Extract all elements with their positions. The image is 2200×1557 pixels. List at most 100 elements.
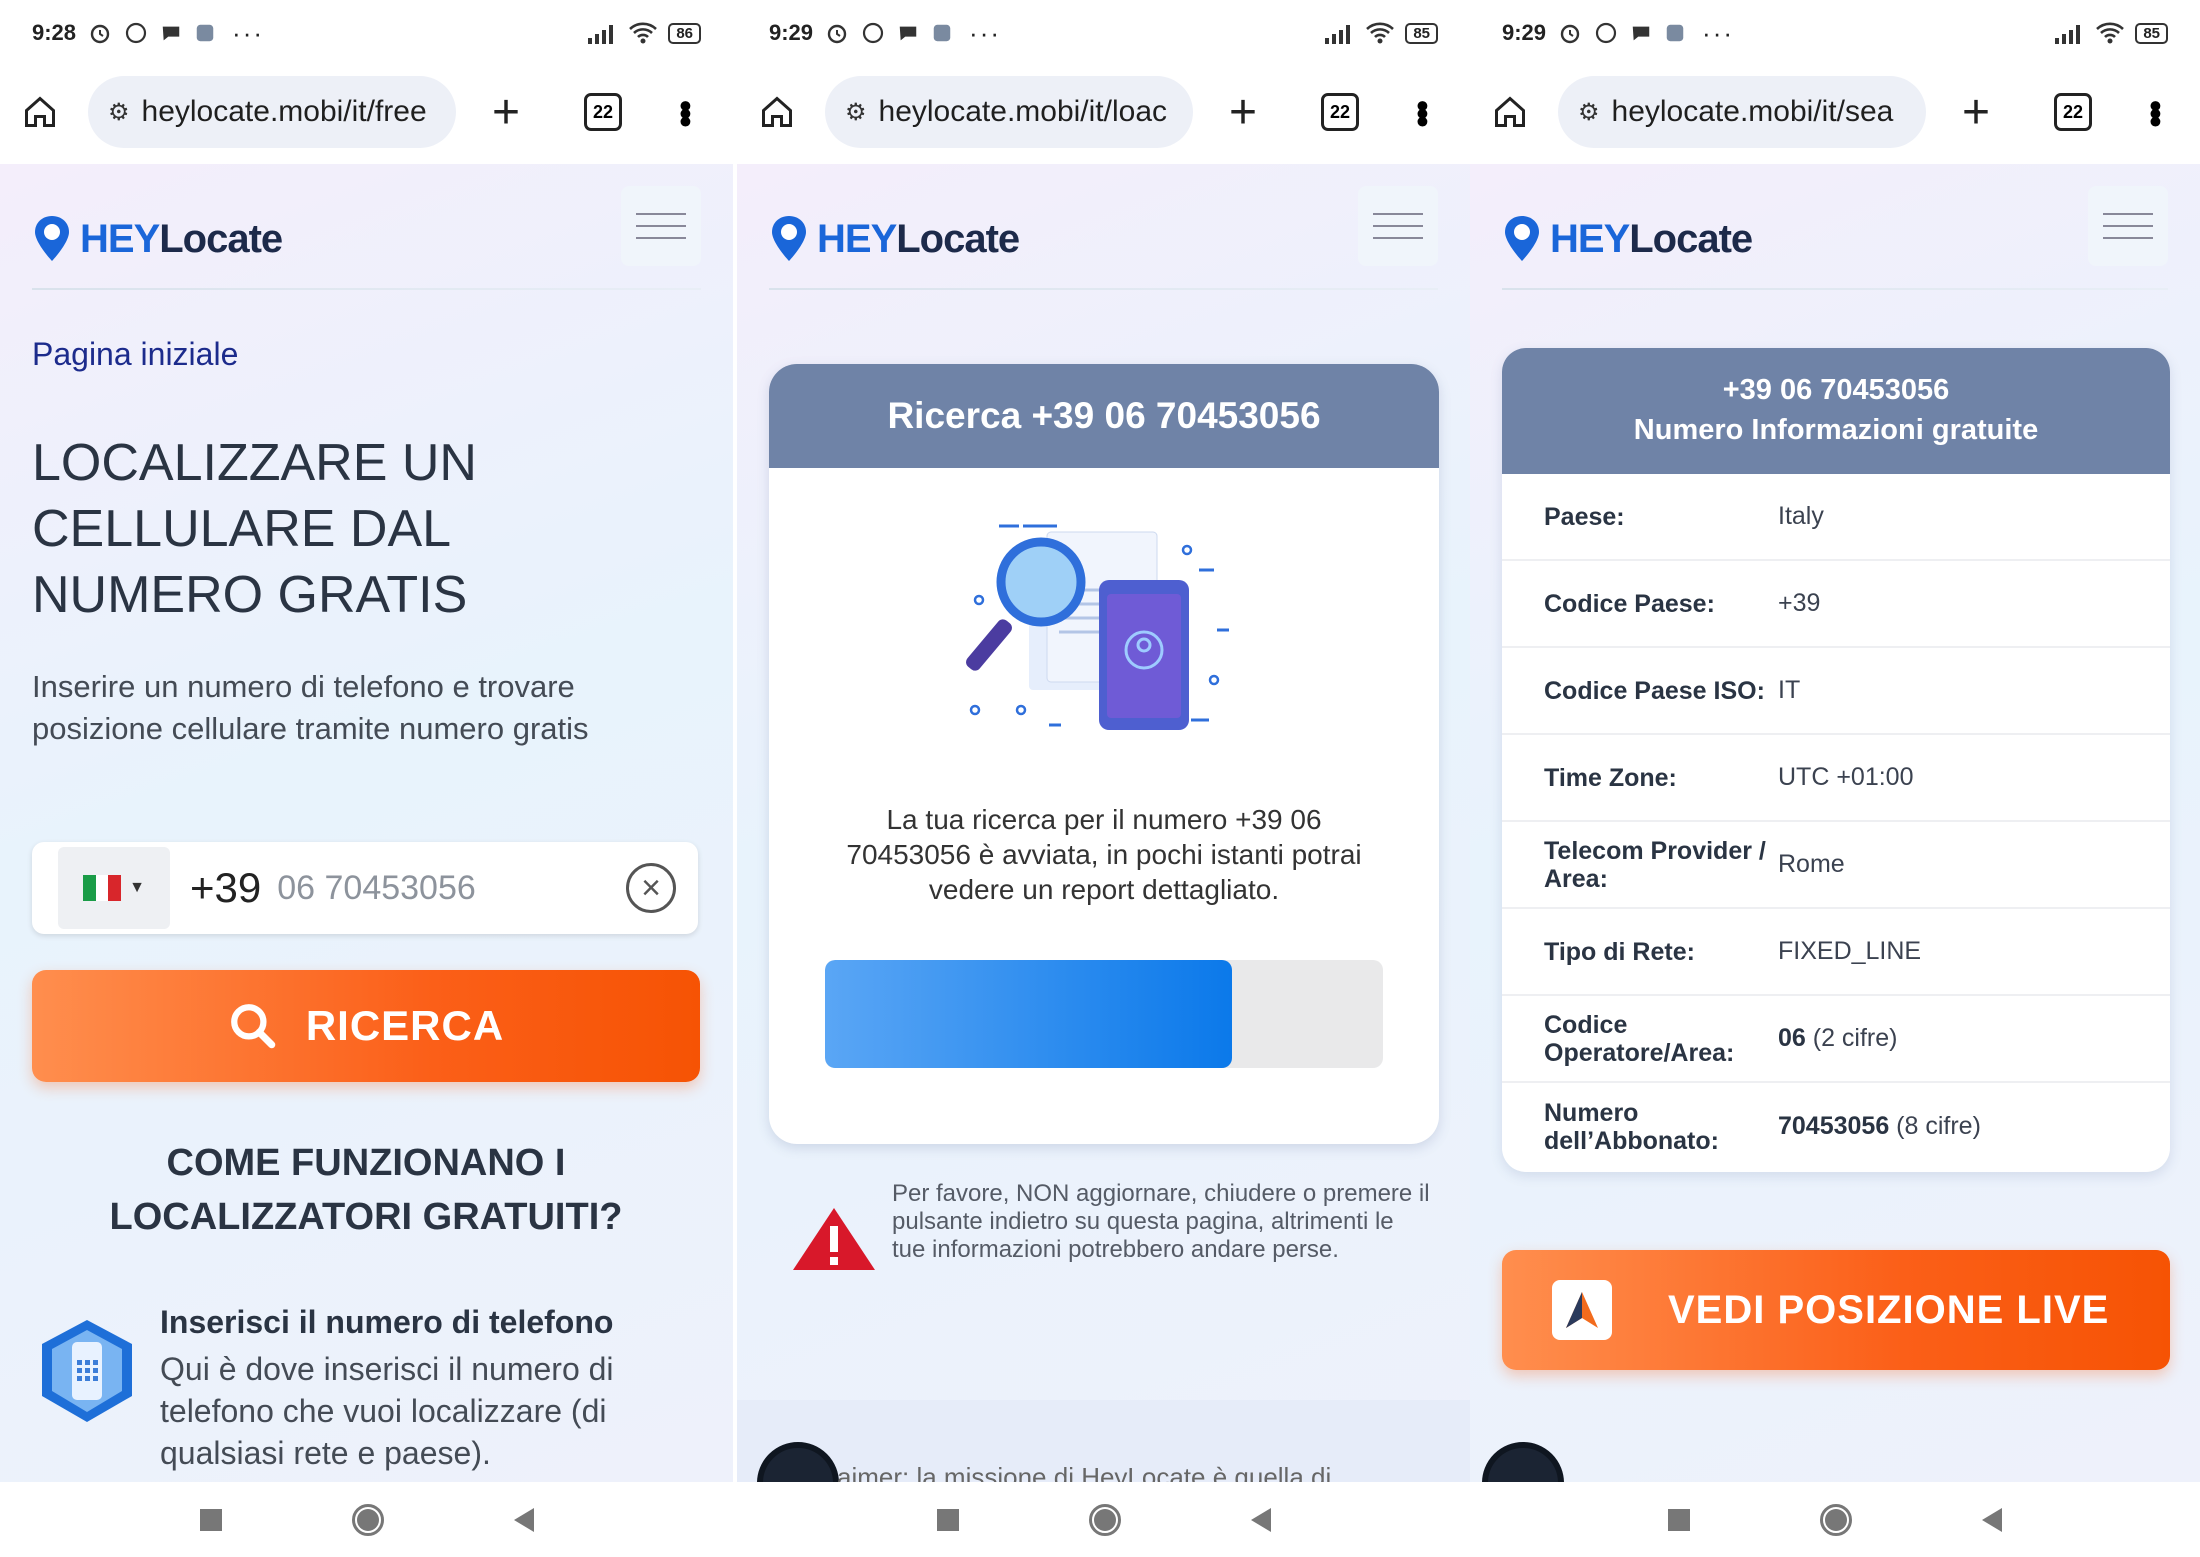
info-row-value: 70453056 (8 cifre)	[1778, 1112, 1981, 1141]
phone-screen-home: 9:28 ··· 86 ⚙ heylocate.mobi/it/free + 2…	[0, 0, 733, 1557]
brand-locate: Locate	[896, 216, 1020, 261]
hamburger-menu-button[interactable]	[621, 186, 701, 266]
status-time: 9:28	[32, 20, 77, 45]
android-nav-bar	[1470, 1482, 2200, 1557]
search-button-label: RICERCA	[305, 1002, 505, 1049]
recent-apps-button[interactable]	[936, 1508, 959, 1531]
info-card-subtitle: Numero Informazioni gratuite	[1633, 414, 2039, 446]
new-tab-button[interactable]: +	[1956, 85, 1996, 140]
search-status-message: La tua ricerca per il numero +39 06 7045…	[846, 804, 1362, 905]
home-nav-button[interactable]	[1088, 1503, 1121, 1536]
hamburger-menu-button[interactable]	[2088, 186, 2168, 266]
browser-home-button[interactable]	[1488, 90, 1532, 134]
back-nav-button[interactable]	[513, 1507, 534, 1532]
browser-home-button[interactable]	[18, 90, 62, 134]
url-text: heylocate.mobi/it/free	[141, 95, 427, 128]
home-icon	[25, 96, 55, 127]
alarm-icon	[827, 24, 847, 44]
new-tab-button[interactable]: +	[486, 85, 526, 140]
chat-avatar-icon[interactable]	[1482, 1442, 1564, 1482]
hamburger-menu-button[interactable]	[1358, 186, 1438, 266]
info-card-header: +39 06 70453056 Numero Informazioni grat…	[1502, 348, 2170, 474]
warning-message: Per favore, NON aggiornare, chiudere o p…	[892, 1180, 1430, 1263]
header-divider	[32, 288, 701, 290]
info-row-value: Italy	[1778, 502, 1824, 530]
site-settings-icon[interactable]: ⚙	[1578, 98, 1600, 127]
info-row-key: Numero dell’Abbonato:	[1544, 1098, 1719, 1155]
chat-icon	[1632, 26, 1650, 41]
breadcrumb-home-link[interactable]: Pagina iniziale	[32, 336, 238, 373]
info-row-value-extra: (2 cifre)	[1805, 1024, 1898, 1052]
more-notifications-icon: ···	[1702, 17, 1735, 48]
url-text: heylocate.mobi/it/loac	[878, 95, 1168, 128]
tab-switcher-button[interactable]: 22	[2054, 93, 2092, 131]
table-row: Codice Operatore/Area: 06 (2 cifre)	[1502, 996, 2170, 1083]
address-bar[interactable]: ⚙ heylocate.mobi/it/loac	[825, 76, 1193, 148]
recent-apps-button[interactable]	[199, 1508, 222, 1531]
status-bar: 9:29 ··· 85	[737, 0, 1470, 66]
tab-switcher-button[interactable]: 22	[1321, 93, 1359, 131]
signal-icon	[1325, 25, 1351, 44]
address-bar[interactable]: ⚙ heylocate.mobi/it/free	[88, 76, 456, 148]
location-pin-icon	[35, 216, 69, 261]
new-tab-button[interactable]: +	[1223, 85, 1263, 140]
back-nav-button[interactable]	[1982, 1507, 2002, 1532]
info-row-key: Paese:	[1544, 502, 1625, 531]
search-progress-card: Ricerca +39 06 70453056 La tua ricerca p…	[769, 364, 1439, 1144]
home-nav-button[interactable]	[1820, 1503, 1852, 1536]
browser-home-button[interactable]	[755, 90, 799, 134]
how-it-works-heading: COME FUNZIONANO I LOCALIZZATORI GRATUITI…	[109, 1142, 623, 1238]
clear-input-button[interactable]: ×	[626, 863, 676, 913]
home-nav-button[interactable]	[351, 1503, 384, 1536]
phone-screen-loading: 9:29 ··· 85 ⚙ heylocate.mobi/it/loac + 2…	[737, 0, 1470, 1557]
site-settings-icon[interactable]: ⚙	[845, 98, 867, 127]
info-row-value: +39	[1778, 589, 1821, 617]
photo-app-icon	[196, 24, 214, 42]
country-selector[interactable]: ▼	[58, 847, 170, 929]
phone-number-input[interactable]: 06 70453056	[277, 869, 476, 908]
location-pin-icon	[1505, 216, 1539, 261]
heylocate-logo[interactable]: HEYLocate	[1502, 214, 1753, 264]
info-row-key: Codice Operatore/Area:	[1544, 1010, 1735, 1067]
live-location-button[interactable]: VEDI POSIZIONE LIVE	[1502, 1250, 2170, 1370]
back-nav-button[interactable]	[1250, 1507, 1271, 1532]
android-nav-bar	[737, 1482, 1470, 1557]
site-settings-icon[interactable]: ⚙	[108, 98, 130, 127]
alarm-icon	[90, 24, 110, 44]
brand-hey: HEY	[80, 216, 160, 261]
info-row-value: FIXED_LINE	[1778, 937, 1922, 965]
table-row: Codice Paese: +39	[1502, 561, 2170, 648]
viber-icon	[862, 22, 884, 44]
info-row-key: Codice Paese:	[1544, 589, 1715, 618]
status-time: 9:29	[1502, 20, 1547, 45]
viber-icon	[1595, 22, 1617, 44]
viber-icon	[125, 22, 147, 44]
battery-indicator: 85	[1405, 22, 1438, 44]
browser-menu-button[interactable]: •••	[2136, 100, 2174, 124]
brand-hey: HEY	[817, 216, 897, 261]
brand-hey: HEY	[1550, 216, 1630, 261]
search-button[interactable]: RICERCA	[32, 970, 700, 1082]
wifi-icon	[2096, 22, 2125, 44]
browser-menu-button[interactable]: •••	[1403, 100, 1441, 124]
tab-switcher-button[interactable]: 22	[584, 93, 622, 131]
home-icon	[762, 96, 792, 127]
table-row: Tipo di Rete: FIXED_LINE	[1502, 909, 2170, 996]
browser-menu-button[interactable]: •••	[666, 100, 704, 124]
info-row-key: Time Zone:	[1544, 763, 1677, 792]
progress-bar-fill	[825, 960, 1233, 1068]
status-notification-icons	[1558, 21, 1686, 45]
navigation-arrow-icon	[1552, 1280, 1612, 1340]
photo-app-icon	[1666, 24, 1684, 42]
heylocate-logo[interactable]: HEYLocate	[32, 214, 283, 264]
chevron-down-icon: ▼	[129, 879, 145, 896]
browser-toolbar: ⚙ heylocate.mobi/it/free + 22 •••	[0, 70, 733, 154]
info-row-key: Codice Paese ISO:	[1544, 676, 1765, 705]
more-notifications-icon: ···	[232, 17, 265, 48]
recent-apps-button[interactable]	[1668, 1508, 1690, 1531]
heylocate-logo[interactable]: HEYLocate	[769, 214, 1020, 264]
address-bar[interactable]: ⚙ heylocate.mobi/it/sea	[1558, 76, 1926, 148]
header-divider	[1502, 288, 2168, 290]
home-icon	[1495, 96, 1525, 127]
info-row-value-extra: (8 cifre)	[1889, 1112, 1981, 1140]
